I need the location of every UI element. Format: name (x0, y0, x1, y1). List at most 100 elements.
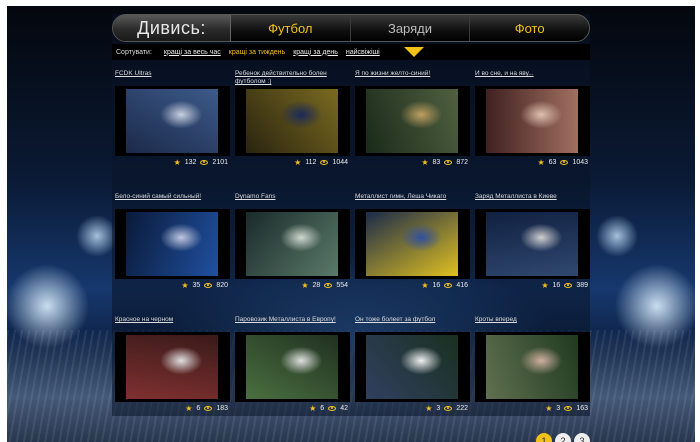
views-count: 389 (576, 281, 588, 289)
tab-chants[interactable]: Заряди (351, 15, 471, 41)
top-nav: Дивись: Футбол Заряди Фото (112, 14, 590, 42)
views-count: 163 (576, 404, 588, 412)
video-title-link[interactable]: Dynamo Fans (235, 193, 350, 209)
video-title-link[interactable]: Я по жизни желто-синий! (355, 70, 470, 86)
views-count: 872 (456, 158, 468, 166)
thumbnail-image (246, 89, 338, 153)
sort-best-all-time[interactable]: кращі за весь час (164, 49, 221, 56)
video-stats: ★ 16 389 (475, 279, 590, 291)
star-icon: ★ (185, 403, 193, 413)
video-stats: ★ 6 42 (235, 402, 350, 414)
dropdown-arrow-icon[interactable] (403, 47, 424, 57)
page-1-button[interactable]: 1 (536, 433, 552, 442)
video-title-link[interactable]: Кроты вперед (475, 316, 590, 332)
video-title-link[interactable]: И во сне, и на яву... (475, 70, 590, 86)
video-stats: ★ 16 416 (355, 279, 470, 291)
sort-label: Сортувати: (116, 48, 152, 56)
sort-newest[interactable]: найсвіжіші (346, 49, 380, 56)
views-count: 1044 (332, 158, 348, 166)
video-stats: ★ 132 2101 (115, 156, 230, 168)
likes-count: 35 (192, 281, 201, 289)
eye-icon (564, 282, 573, 288)
video-thumbnail[interactable] (355, 86, 470, 156)
eye-icon (444, 159, 453, 165)
thumbnail-image (486, 335, 578, 399)
views-count: 222 (456, 404, 468, 412)
video-card: Красное на черном ★ 6 183 (115, 316, 230, 414)
video-stats: ★ 6 183 (115, 402, 230, 414)
likes-count: 63 (548, 158, 557, 166)
tab-football[interactable]: Футбол (231, 15, 351, 41)
eye-icon (328, 405, 337, 411)
page-3-button[interactable]: 3 (574, 433, 590, 442)
eye-icon (200, 159, 209, 165)
eye-icon (444, 282, 453, 288)
thumbnail-image (246, 335, 338, 399)
likes-count: 16 (552, 281, 561, 289)
video-title-link[interactable]: Паровозик Металлиста в Европу! (235, 316, 350, 332)
views-count: 42 (340, 404, 348, 412)
video-title-link[interactable]: Бело-синий самый сильный! (115, 193, 230, 209)
eye-icon (324, 282, 333, 288)
video-thumbnail[interactable] (355, 209, 470, 279)
video-thumbnail[interactable] (235, 86, 350, 156)
sort-best-week[interactable]: кращі за тиждень (229, 49, 285, 56)
sort-best-day[interactable]: кращі за день (293, 49, 338, 56)
video-card: И во сне, и на яву... ★ 63 1043 (475, 70, 590, 168)
video-thumbnail[interactable] (235, 209, 350, 279)
star-icon: ★ (173, 157, 181, 167)
views-count: 183 (216, 404, 228, 412)
video-title-link[interactable]: Заряд Металлиста в Киеве (475, 193, 590, 209)
eye-icon (560, 159, 569, 165)
thumbnail-image (366, 212, 458, 276)
star-icon: ★ (309, 403, 317, 413)
nav-brand-label: Дивись: (113, 15, 231, 41)
likes-count: 83 (432, 158, 441, 166)
tab-photo[interactable]: Фото (470, 15, 589, 41)
video-thumbnail[interactable] (115, 86, 230, 156)
eye-icon (204, 405, 213, 411)
video-thumbnail[interactable] (115, 209, 230, 279)
likes-count: 6 (320, 404, 325, 412)
video-card: Металлист гимн, Леша Чикаго ★ 16 416 (355, 193, 470, 291)
video-stats: ★ 112 1044 (235, 156, 350, 168)
star-icon: ★ (181, 280, 189, 290)
video-thumbnail[interactable] (475, 209, 590, 279)
video-stats: ★ 63 1043 (475, 156, 590, 168)
video-card: Паровозик Металлиста в Европу! ★ 6 42 (235, 316, 350, 414)
thumbnail-image (366, 335, 458, 399)
video-stats: ★ 3 222 (355, 402, 470, 414)
likes-count: 16 (432, 281, 441, 289)
thumbnail-image (486, 89, 578, 153)
video-thumbnail[interactable] (115, 332, 230, 402)
video-title-link[interactable]: Ребенок действительно болен футболом :) (235, 70, 350, 86)
video-card: Бело-синий самый сильный! ★ 35 820 (115, 193, 230, 291)
video-stats: ★ 3 163 (475, 402, 590, 414)
thumbnail-image (126, 89, 218, 153)
video-thumbnail[interactable] (235, 332, 350, 402)
views-count: 820 (216, 281, 228, 289)
video-title-link[interactable]: Металлист гимн, Леша Чикаго (355, 193, 470, 209)
likes-count: 3 (556, 404, 561, 412)
video-thumbnail[interactable] (475, 332, 590, 402)
star-icon: ★ (421, 280, 429, 290)
video-card: Я по жизни желто-синий! ★ 83 872 (355, 70, 470, 168)
video-stats: ★ 35 820 (115, 279, 230, 291)
likes-count: 112 (305, 158, 317, 166)
star-icon: ★ (425, 403, 433, 413)
likes-count: 3 (436, 404, 441, 412)
star-icon: ★ (545, 403, 553, 413)
page-2-button[interactable]: 2 (555, 433, 571, 442)
video-thumbnail[interactable] (355, 332, 470, 402)
video-title-link[interactable]: Красное на черном (115, 316, 230, 332)
thumbnail-image (486, 212, 578, 276)
video-title-link[interactable]: FCDK Ultras (115, 70, 230, 86)
video-thumbnail[interactable] (475, 86, 590, 156)
likes-count: 132 (184, 158, 197, 166)
star-icon: ★ (301, 280, 309, 290)
video-title-link[interactable]: Он тоже болеет за футбол (355, 316, 470, 332)
views-count: 416 (456, 281, 468, 289)
sort-bar: Сортувати: кращі за весь час кращі за ти… (112, 44, 590, 60)
eye-icon (444, 405, 453, 411)
video-card: Заряд Металлиста в Киеве ★ 16 389 (475, 193, 590, 291)
